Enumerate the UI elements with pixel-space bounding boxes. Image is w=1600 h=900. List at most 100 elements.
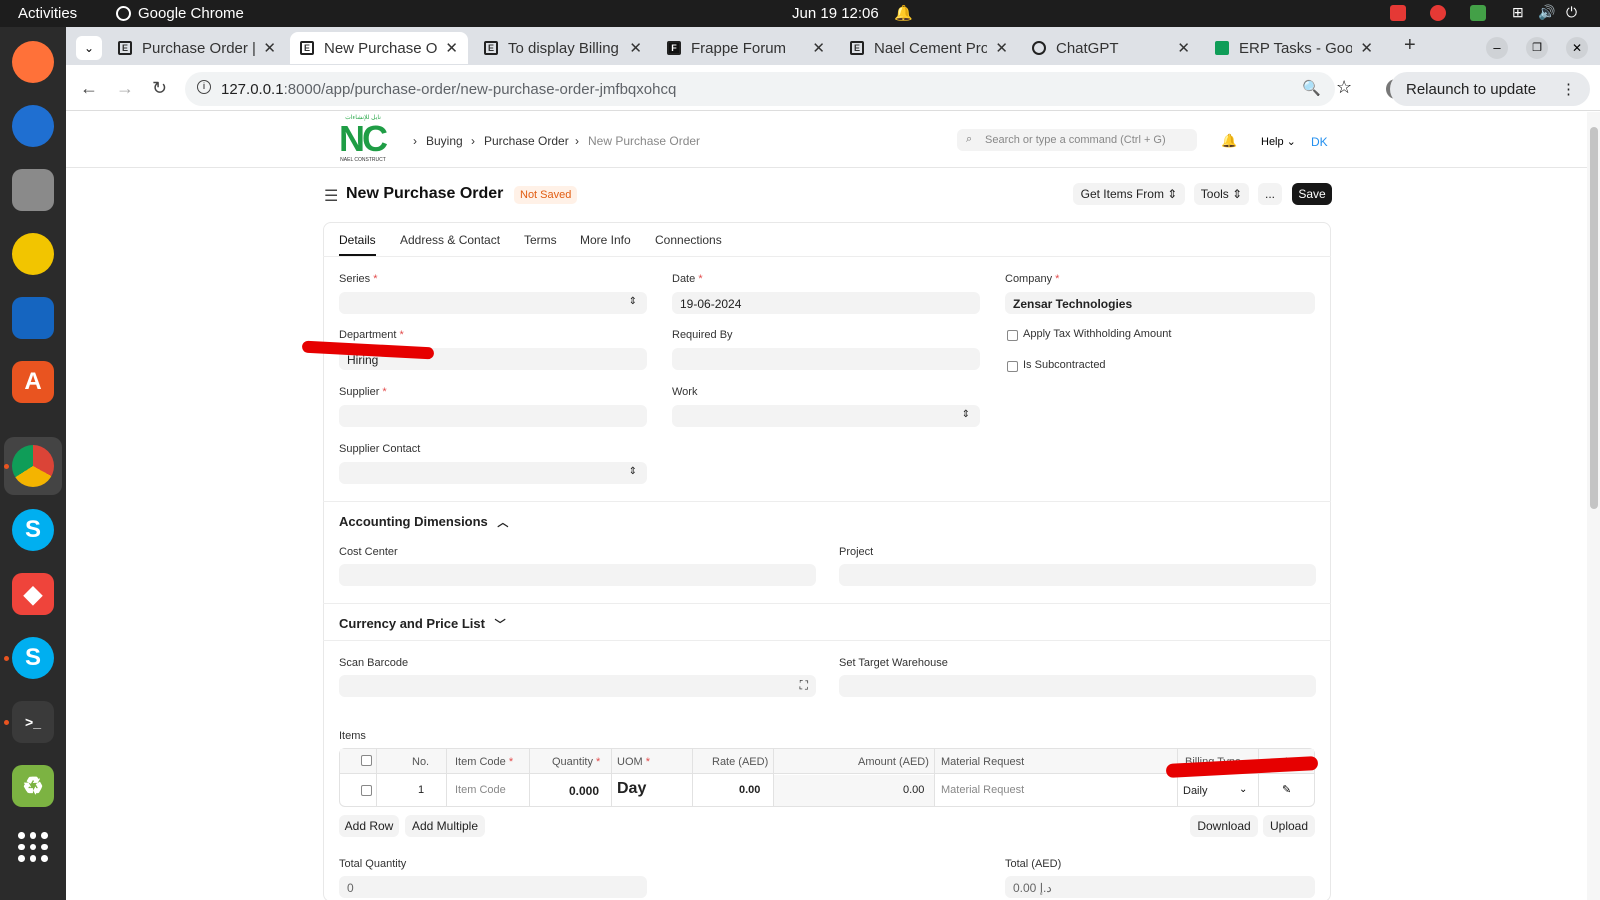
bell-icon[interactable]: 🔔 — [894, 4, 913, 22]
close-tab-icon[interactable]: ✕ — [1360, 39, 1373, 57]
notification-bell-icon[interactable]: 🔔 — [1221, 133, 1237, 149]
files-icon[interactable] — [12, 169, 54, 211]
supplier-contact-select[interactable]: ⇕ — [339, 462, 647, 484]
system-top-bar: Activities Google Chrome Jun 19 12:06 🔔 … — [0, 0, 1600, 27]
skype-icon-2[interactable]: S — [12, 637, 54, 679]
firefox-icon[interactable] — [12, 41, 54, 83]
set-target-warehouse-input[interactable] — [839, 675, 1316, 697]
site-info-icon[interactable]: i — [197, 80, 211, 94]
anydesk-icon[interactable]: ◆ — [12, 573, 54, 615]
tab-nael-cement[interactable]: E Nael Cement Pro ✕ — [840, 32, 1018, 64]
rate-cell[interactable]: 0.00 — [739, 784, 760, 796]
download-button[interactable]: Download — [1190, 815, 1258, 837]
anydesk-tray-icon[interactable] — [1390, 5, 1406, 21]
tab-purchase-order[interactable]: E Purchase Order | ✕ — [108, 32, 286, 64]
save-button[interactable]: Save — [1292, 183, 1332, 205]
awesomebar-search-input[interactable]: Search or type a command (Ctrl + G) — [957, 129, 1197, 151]
minimize-window-icon[interactable]: – — [1486, 37, 1508, 59]
company-input[interactable]: Zensar Technologies — [1005, 292, 1315, 314]
accounting-dimensions-header[interactable]: Accounting Dimensions ︿ — [339, 514, 508, 530]
tab-to-display-billing[interactable]: E To display Billing ✕ — [474, 32, 652, 64]
show-apps-icon[interactable] — [18, 832, 48, 862]
get-items-from-button[interactable]: Get Items From ⇕ — [1073, 183, 1185, 205]
close-tab-icon[interactable]: ✕ — [445, 39, 458, 57]
apply-tax-checkbox[interactable] — [1007, 330, 1018, 341]
more-actions-button[interactable]: ... — [1258, 183, 1282, 205]
writer-icon[interactable] — [12, 297, 54, 339]
relaunch-button[interactable]: Relaunch to update ⋮ — [1390, 72, 1590, 106]
close-tab-icon[interactable]: ✕ — [812, 39, 825, 57]
uom-cell[interactable]: Day — [617, 780, 646, 798]
tab-frappe-forum[interactable]: F Frappe Forum ✕ — [657, 32, 835, 64]
close-window-icon[interactable]: ✕ — [1566, 37, 1588, 59]
quantity-cell[interactable]: 0.000 — [569, 784, 599, 798]
breadcrumb-buying[interactable]: Buying — [426, 134, 463, 148]
date-input[interactable]: 19-06-2024 — [672, 292, 980, 314]
update-tray-icon[interactable] — [1470, 5, 1486, 21]
breadcrumb-purchase-order[interactable]: Purchase Order — [484, 134, 569, 148]
close-tab-icon[interactable]: ✕ — [263, 39, 276, 57]
do-not-disturb-icon[interactable] — [1430, 5, 1446, 21]
thunderbird-icon[interactable] — [12, 105, 54, 147]
activities-button[interactable]: Activities — [18, 5, 77, 22]
scan-icon[interactable]: ⛶ — [800, 678, 808, 693]
tools-button[interactable]: Tools ⇕ — [1194, 183, 1249, 205]
tab-erp-tasks[interactable]: ERP Tasks - Goog ✕ — [1205, 32, 1383, 64]
row-checkbox[interactable] — [361, 785, 372, 796]
zoom-search-icon[interactable]: 🔍 — [1302, 79, 1321, 97]
required-by-input[interactable] — [672, 348, 980, 370]
project-input[interactable] — [839, 564, 1316, 586]
upload-button[interactable]: Upload — [1263, 815, 1315, 837]
tab-connections[interactable]: Connections — [655, 233, 722, 247]
close-tab-icon[interactable]: ✕ — [995, 39, 1008, 57]
trash-icon[interactable]: ♻ — [12, 765, 54, 807]
more-vert-icon[interactable]: ⋮ — [1561, 80, 1576, 98]
currency-price-list-header[interactable]: Currency and Price List ﹀ — [339, 616, 506, 632]
sidebar-toggle-icon[interactable]: ☰ — [324, 186, 338, 206]
tab-search-chevron-icon[interactable]: ⌄ — [76, 36, 102, 60]
billing-type-cell[interactable]: Daily — [1183, 785, 1207, 797]
select-all-checkbox[interactable] — [361, 755, 372, 766]
close-tab-icon[interactable]: ✕ — [629, 39, 642, 57]
chrome-dock-icon[interactable] — [12, 445, 54, 487]
add-multiple-button[interactable]: Add Multiple — [405, 815, 485, 837]
tab-chatgpt[interactable]: ChatGPT ✕ — [1022, 32, 1200, 64]
scrollbar-thumb[interactable] — [1590, 127, 1598, 509]
tab-new-purchase-order[interactable]: ENew Purchase Order✕ — [290, 32, 468, 64]
reload-icon[interactable]: ↻ — [152, 78, 167, 99]
restore-window-icon[interactable]: ❐ — [1526, 37, 1548, 59]
back-arrow-icon[interactable]: ← — [80, 78, 98, 99]
active-app-name[interactable]: Google Chrome — [138, 5, 244, 22]
is-subcontracted-checkbox[interactable] — [1007, 361, 1018, 372]
user-avatar[interactable]: DK — [1311, 135, 1328, 149]
close-tab-icon[interactable]: ✕ — [1177, 39, 1190, 57]
tab-more-info[interactable]: More Info — [580, 233, 631, 247]
power-icon[interactable]: ⏻ — [1566, 4, 1577, 21]
new-tab-plus-icon[interactable]: + — [1404, 34, 1416, 57]
add-row-button[interactable]: Add Row — [339, 815, 399, 837]
rhythmbox-icon[interactable] — [12, 233, 54, 275]
forward-arrow-icon[interactable]: → — [116, 78, 134, 99]
network-icon[interactable]: ⊞ — [1512, 4, 1524, 21]
tab-terms[interactable]: Terms — [524, 233, 557, 247]
address-bar[interactable]: 127.0.0.1:8000/app/purchase-order/new-pu… — [185, 72, 1335, 106]
item-code-cell[interactable]: Item Code — [455, 784, 506, 796]
terminal-icon[interactable]: >_ — [12, 701, 54, 743]
supplier-input[interactable] — [339, 405, 647, 427]
clock[interactable]: Jun 19 12:06 — [792, 5, 879, 22]
volume-icon[interactable]: 🔊 — [1538, 4, 1555, 21]
scan-barcode-input[interactable]: ⛶ — [339, 675, 816, 697]
skype-icon[interactable]: S — [12, 509, 54, 551]
work-select[interactable]: ⇕ — [672, 405, 980, 427]
app-center-icon[interactable]: A — [12, 361, 54, 403]
help-dropdown[interactable]: Help ⌄ — [1261, 135, 1296, 148]
url-host: 127.0.0.1 — [221, 81, 284, 98]
tab-address-contact[interactable]: Address & Contact — [400, 233, 500, 247]
material-request-cell[interactable]: Material Request — [941, 784, 1024, 796]
nael-logo[interactable]: نايل للإنشاءات NC NAEL CONSTRUCT — [339, 114, 388, 168]
cost-center-input[interactable] — [339, 564, 816, 586]
bookmark-star-icon[interactable]: ☆ — [1336, 77, 1352, 98]
tab-details[interactable]: Details — [339, 233, 376, 247]
series-select[interactable]: ⇕ — [339, 292, 647, 314]
edit-row-pencil-icon[interactable]: ✎ — [1282, 783, 1291, 796]
